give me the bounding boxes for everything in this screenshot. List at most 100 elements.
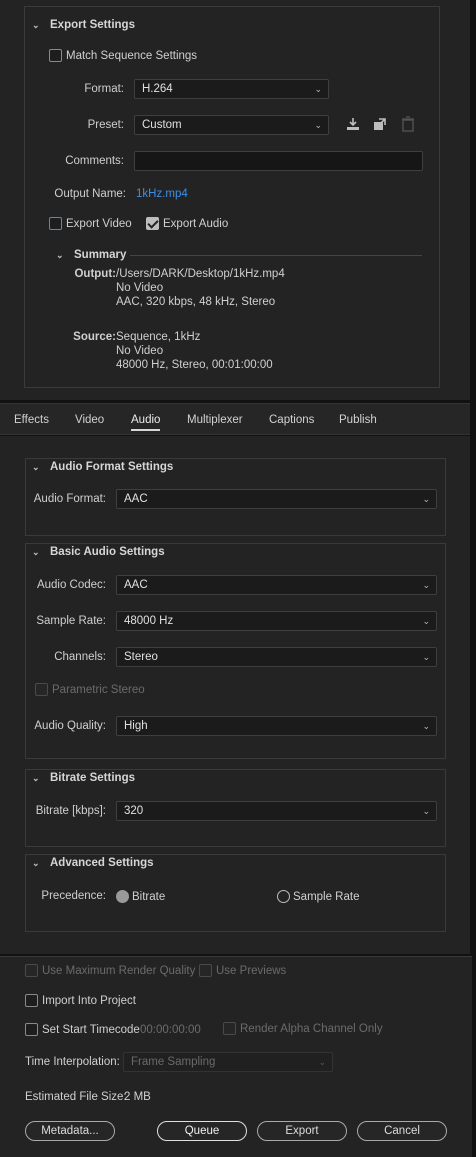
format-dropdown[interactable]: H.264 ⌄ <box>134 79 329 99</box>
export-audio-label: Export Audio <box>163 218 229 230</box>
chevron-down-icon: ⌄ <box>32 858 40 868</box>
render-alpha-label: Render Alpha Channel Only <box>240 1023 383 1035</box>
chevron-down-icon: ⌄ <box>318 1057 326 1067</box>
estimated-file-size-label: Estimated File Size: <box>25 1091 127 1103</box>
audio-quality-dropdown[interactable]: High ⌄ <box>116 716 437 736</box>
bitrate-label: Bitrate [kbps]: <box>35 805 106 817</box>
export-button[interactable]: Export <box>257 1121 347 1141</box>
export-video-checkbox[interactable] <box>49 217 62 230</box>
channels-label: Channels: <box>54 651 106 663</box>
chevron-down-icon: ⌄ <box>314 84 322 94</box>
chevron-down-icon: ⌄ <box>56 250 64 260</box>
render-alpha-checkbox[interactable] <box>223 1022 236 1035</box>
chevron-down-icon: ⌄ <box>422 494 430 504</box>
time-interpolation-dropdown[interactable]: Frame Sampling ⌄ <box>123 1052 333 1072</box>
match-sequence-label: Match Sequence Settings <box>66 50 198 62</box>
match-sequence-checkbox[interactable] <box>49 49 62 62</box>
chevron-down-icon: ⌄ <box>422 616 430 626</box>
use-previews-checkbox[interactable] <box>199 964 212 977</box>
metadata-button[interactable]: Metadata... <box>25 1121 115 1141</box>
max-render-quality-checkbox[interactable] <box>25 964 38 977</box>
summary-output-line: /Users/DARK/Desktop/1kHz.mp4 <box>116 268 285 280</box>
format-value: H.264 <box>142 83 173 95</box>
output-name-link[interactable]: 1kHz.mp4 <box>136 188 188 200</box>
time-interpolation-value: Frame Sampling <box>131 1056 216 1068</box>
summary-source-line: 48000 Hz, Stereo, 00:01:00:00 <box>116 359 273 371</box>
tab-multiplexer[interactable]: Multiplexer <box>187 414 243 426</box>
queue-button[interactable]: Queue <box>157 1121 247 1141</box>
import-into-project-label: Import Into Project <box>42 995 136 1007</box>
export-settings-header[interactable]: ⌄ Export Settings <box>32 19 135 31</box>
comments-input[interactable] <box>134 151 423 171</box>
audio-codec-label: Audio Codec: <box>36 579 106 591</box>
precedence-bitrate-label: Bitrate <box>132 891 166 903</box>
audio-quality-label: Audio Quality: <box>34 720 106 732</box>
import-preset-icon[interactable] <box>372 116 389 135</box>
chevron-down-icon: ⌄ <box>32 462 40 472</box>
tab-publish[interactable]: Publish <box>339 414 377 426</box>
set-start-timecode-checkbox[interactable] <box>25 1023 38 1036</box>
audio-format-value: AAC <box>124 493 148 505</box>
set-start-timecode-label: Set Start Timecode <box>42 1024 140 1036</box>
advanced-header[interactable]: ⌄ Advanced Settings <box>32 857 154 869</box>
output-name-label: Output Name: <box>54 188 126 200</box>
summary-title: Summary <box>74 249 127 261</box>
tab-audio[interactable]: Audio <box>131 414 161 431</box>
tab-effects[interactable]: Effects <box>14 414 49 426</box>
max-render-quality-label: Use Maximum Render Quality <box>42 965 196 977</box>
bitrate-value: 320 <box>124 805 144 817</box>
time-interpolation-label: Time Interpolation: <box>25 1056 120 1068</box>
precedence-bitrate-radio[interactable] <box>116 890 129 903</box>
chevron-down-icon: ⌄ <box>32 547 40 557</box>
tab-video[interactable]: Video <box>75 414 104 426</box>
estimated-file-size-value: 2 MB <box>124 1091 151 1103</box>
save-preset-icon[interactable] <box>345 116 361 135</box>
precedence-sample-rate-label: Sample Rate <box>293 891 360 903</box>
summary-output-line: No Video <box>116 282 164 294</box>
summary-source-line: Sequence, 1kHz <box>116 331 201 343</box>
parametric-stereo-checkbox[interactable] <box>35 683 48 696</box>
sample-rate-value: 48000 Hz <box>124 615 174 627</box>
sample-rate-dropdown[interactable]: 48000 Hz ⌄ <box>116 611 437 631</box>
audio-codec-dropdown[interactable]: AAC ⌄ <box>116 575 437 595</box>
export-audio-checkbox[interactable] <box>146 217 159 230</box>
summary-source-label: Source: <box>73 331 116 343</box>
summary-divider <box>130 255 422 256</box>
audio-quality-value: High <box>124 720 148 732</box>
summary-output-label: Output: <box>74 268 116 280</box>
chevron-down-icon: ⌄ <box>314 120 322 130</box>
chevron-down-icon: ⌄ <box>32 773 40 783</box>
delete-preset-icon[interactable] <box>401 116 415 135</box>
preset-dropdown[interactable]: Custom ⌄ <box>134 115 329 135</box>
bitrate-header[interactable]: ⌄ Bitrate Settings <box>32 772 135 784</box>
basic-audio-title: Basic Audio Settings <box>50 546 165 558</box>
summary-output-line: AAC, 320 kbps, 48 kHz, Stereo <box>116 296 276 308</box>
audio-format-dropdown[interactable]: AAC ⌄ <box>116 489 437 509</box>
format-label: Format: <box>84 83 124 95</box>
channels-dropdown[interactable]: Stereo ⌄ <box>116 647 437 667</box>
chevron-down-icon: ⌄ <box>32 20 40 30</box>
bitrate-dropdown[interactable]: 320 ⌄ <box>116 801 437 821</box>
start-timecode-value[interactable]: 00:00:00:00 <box>140 1024 201 1036</box>
advanced-title: Advanced Settings <box>50 857 154 869</box>
basic-audio-header[interactable]: ⌄ Basic Audio Settings <box>32 546 165 558</box>
chevron-down-icon: ⌄ <box>422 652 430 662</box>
bitrate-title: Bitrate Settings <box>50 772 135 784</box>
precedence-sample-rate-radio[interactable] <box>277 890 290 903</box>
export-settings-title: Export Settings <box>50 19 135 31</box>
precedence-label: Precedence: <box>41 890 106 902</box>
chevron-down-icon: ⌄ <box>422 806 430 816</box>
chevron-down-icon: ⌄ <box>422 580 430 590</box>
preset-label: Preset: <box>87 119 124 131</box>
chevron-down-icon: ⌄ <box>422 721 430 731</box>
summary-header[interactable]: ⌄ Summary <box>56 249 126 261</box>
import-into-project-checkbox[interactable] <box>25 994 38 1007</box>
sample-rate-label: Sample Rate: <box>36 615 106 627</box>
audio-format-header[interactable]: ⌄ Audio Format Settings <box>32 461 173 473</box>
tab-captions[interactable]: Captions <box>269 414 314 426</box>
cancel-button[interactable]: Cancel <box>357 1121 447 1141</box>
audio-format-label: Audio Format: <box>33 493 106 505</box>
audio-format-title: Audio Format Settings <box>50 461 174 473</box>
use-previews-label: Use Previews <box>216 965 287 977</box>
channels-value: Stereo <box>124 651 158 663</box>
